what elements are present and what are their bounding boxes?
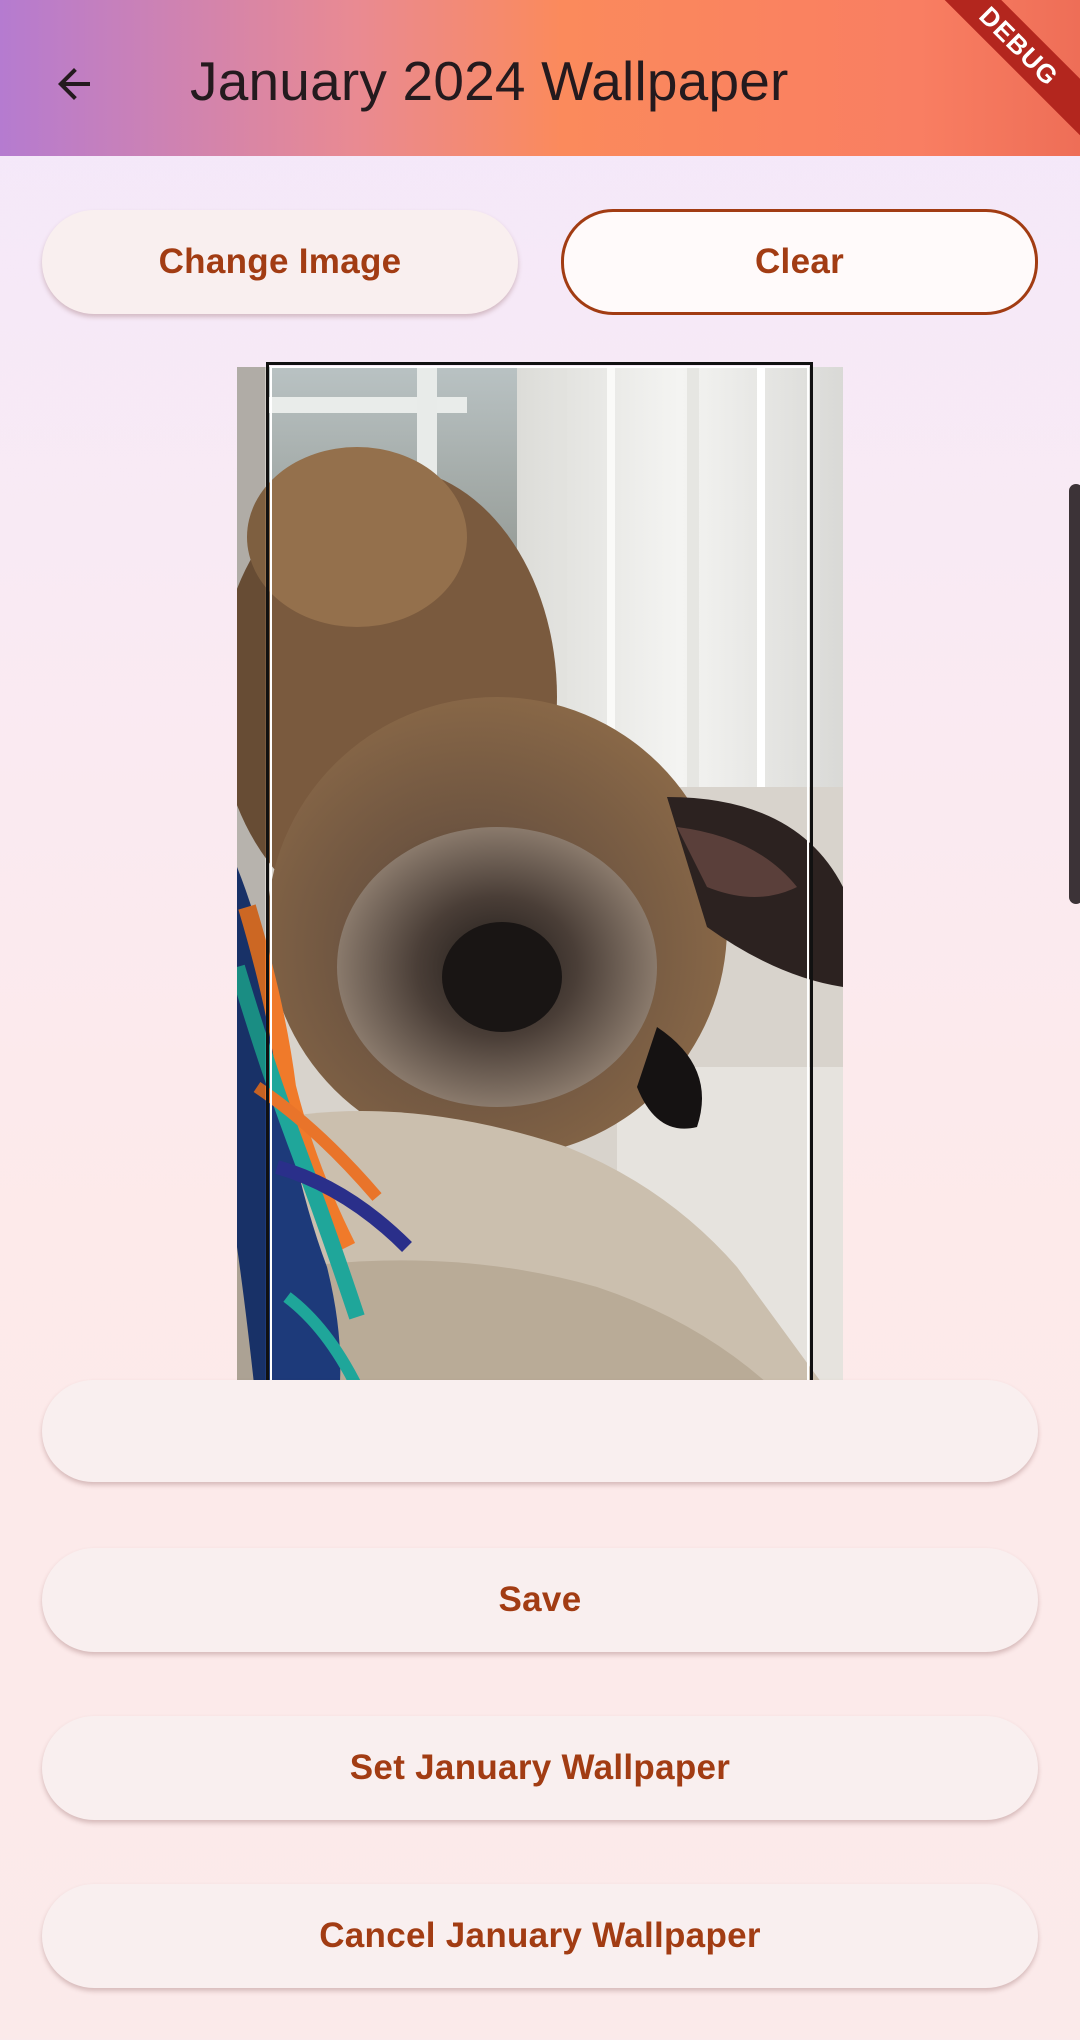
save-button[interactable]: Save: [42, 1548, 1038, 1652]
cancel-january-wallpaper-label: Cancel January Wallpaper: [319, 1916, 761, 1955]
app-bar: January 2024 Wallpaper DEBUG: [0, 0, 1080, 156]
arrow-left-icon: [58, 68, 90, 100]
page-title: January 2024 Wallpaper: [190, 50, 789, 112]
scrollbar-thumb[interactable]: [1069, 484, 1080, 904]
clear-button[interactable]: Clear: [561, 209, 1038, 315]
back-button[interactable]: [34, 44, 114, 124]
set-january-wallpaper-button[interactable]: Set January Wallpaper: [42, 1716, 1038, 1820]
change-image-button[interactable]: Change Image: [42, 210, 518, 314]
cancel-january-wallpaper-button[interactable]: Cancel January Wallpaper: [42, 1884, 1038, 1988]
clear-label: Clear: [754, 242, 845, 281]
partial-hidden-button: [42, 1380, 1038, 1482]
save-label: Save: [498, 1580, 582, 1619]
debug-banner: DEBUG: [916, 0, 1080, 149]
crop-frame[interactable]: [266, 362, 813, 1414]
set-january-wallpaper-label: Set January Wallpaper: [349, 1748, 731, 1787]
change-image-label: Change Image: [158, 242, 402, 281]
